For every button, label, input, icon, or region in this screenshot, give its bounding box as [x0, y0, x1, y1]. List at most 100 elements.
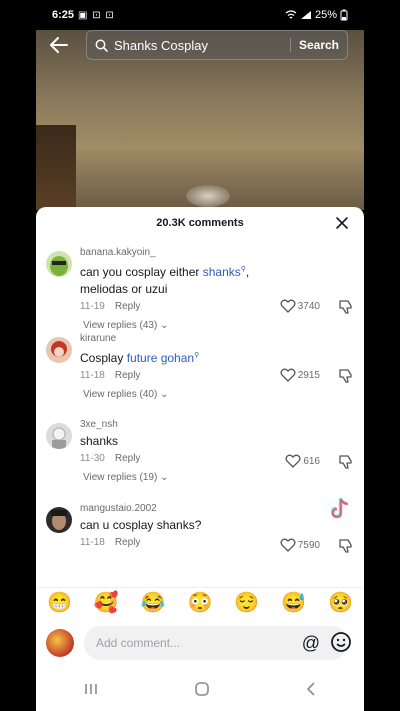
signal-icon: [300, 11, 311, 19]
home-icon[interactable]: [194, 681, 210, 697]
back-arrow-icon: [50, 37, 68, 53]
battery-icon: [340, 9, 348, 21]
heart-icon: [280, 299, 296, 313]
heart-icon: [280, 538, 296, 552]
view-replies-label: View replies (19): [83, 472, 158, 483]
comment-username[interactable]: mangustaio.2002: [80, 503, 300, 514]
tiktok-logo-icon: [330, 497, 349, 519]
search-highlight-link[interactable]: future gohan: [127, 351, 194, 365]
chevron-down-icon: ⌄: [160, 320, 169, 331]
comment-date: 11-18: [80, 537, 105, 548]
comment-text: can u cosplay shanks?: [80, 518, 202, 532]
view-replies-button[interactable]: View replies (40) ⌄: [80, 389, 300, 400]
back-icon[interactable]: [305, 681, 317, 697]
like-button[interactable]: 616: [285, 454, 320, 468]
emoji-quick-bar: 😁 🥰 😂 😳 😌 😅 🥺: [36, 587, 364, 617]
close-icon[interactable]: [334, 215, 350, 231]
comment-body: mangustaio.2002 can u cosplay shanks? 11…: [80, 503, 300, 548]
emoji-pleading-button[interactable]: 🥺: [328, 590, 353, 616]
emoji-sweat-smile-button[interactable]: 😅: [281, 590, 306, 616]
dislike-icon[interactable]: [338, 299, 354, 315]
comment-meta: 11-19 Reply: [80, 301, 300, 312]
search-query: Shanks Cosplay: [114, 37, 208, 53]
search-icon: [95, 39, 108, 52]
comment-count: 20.3K comments: [156, 217, 244, 229]
battery-percent: 25%: [314, 9, 337, 21]
comment-body: 3xe_nsh shanks 11-30 Reply View replies …: [80, 419, 300, 483]
comment-text-part: Cosplay: [80, 351, 127, 365]
notification-icons: ▣ ⊡ ⊡: [78, 9, 115, 21]
search-highlight-link[interactable]: shanks: [203, 265, 241, 279]
recent-apps-icon[interactable]: [83, 682, 99, 696]
emoji-love-button[interactable]: 🥰: [94, 590, 119, 616]
comment-date: 11-30: [80, 453, 105, 464]
comment-text-part: can you cosplay either: [80, 265, 203, 279]
phone-screen: 6:25 ▣ ⊡ ⊡ 25% Shanks Cosplay Search 20.…: [36, 0, 364, 711]
emoji-joy-button[interactable]: 😂: [141, 590, 166, 616]
mention-button[interactable]: @: [302, 633, 320, 654]
comment-username[interactable]: 3xe_nsh: [80, 419, 300, 430]
chevron-down-icon: ⌄: [160, 472, 169, 483]
comment-composer: @: [36, 623, 364, 663]
search-mini-icon: ⚲: [194, 352, 200, 359]
emoji-relieved-button[interactable]: 😌: [234, 590, 259, 616]
search-header: Shanks Cosplay Search: [36, 28, 364, 62]
comment-meta: 11-18 Reply: [80, 370, 300, 381]
avatar[interactable]: [46, 251, 72, 277]
comments-header: 20.3K comments: [36, 207, 364, 239]
view-replies-label: View replies (40): [83, 389, 158, 400]
search-button[interactable]: Search: [289, 38, 339, 52]
comment-text: can you cosplay either shanks⚲, meliodas…: [80, 261, 300, 298]
avatar[interactable]: [46, 507, 72, 533]
like-button[interactable]: 7590: [280, 538, 320, 552]
view-replies-button[interactable]: View replies (43) ⌄: [80, 320, 300, 331]
dislike-icon[interactable]: [338, 368, 354, 384]
wifi-icon: [285, 10, 297, 19]
view-replies-label: View replies (43): [83, 320, 158, 331]
comment-text: Cosplay future gohan⚲: [80, 347, 300, 367]
comment-username[interactable]: banana.kakyoin_: [80, 247, 300, 258]
my-avatar: [46, 629, 74, 657]
heart-icon: [280, 368, 296, 382]
reply-button[interactable]: Reply: [115, 301, 141, 312]
back-button[interactable]: [36, 28, 82, 62]
comment-meta: 11-18 Reply: [80, 537, 300, 548]
comment-date: 11-18: [80, 370, 105, 381]
status-time: 6:25: [52, 9, 75, 21]
dislike-icon[interactable]: [338, 454, 354, 470]
emoji-flushed-button[interactable]: 😳: [188, 590, 213, 616]
video-object-lamp: [186, 185, 230, 207]
emoji-grin-button[interactable]: 😁: [47, 590, 72, 616]
system-nav-bar: [36, 667, 364, 711]
comment-date: 11-19: [80, 301, 105, 312]
emoji-picker-icon[interactable]: [330, 631, 352, 653]
comment-item[interactable]: 3xe_nsh shanks 11-30 Reply View replies …: [36, 419, 364, 503]
comments-sheet: 20.3K comments banana.kakyoin_ can you c…: [36, 207, 364, 711]
comment-item[interactable]: kirarune Cosplay future gohan⚲ 11-18 Rep…: [36, 333, 364, 419]
heart-icon: [285, 454, 301, 468]
search-input[interactable]: Shanks Cosplay Search: [86, 30, 348, 60]
like-count: 3740: [297, 300, 320, 312]
like-button[interactable]: 2915: [280, 368, 320, 382]
dislike-icon[interactable]: [338, 538, 354, 554]
like-count: 7590: [297, 539, 320, 551]
comment-username[interactable]: kirarune: [80, 333, 300, 344]
comment-item[interactable]: banana.kakyoin_ can you cosplay either s…: [36, 247, 364, 333]
reply-button[interactable]: Reply: [115, 370, 141, 381]
comment-text: shanks: [80, 434, 119, 448]
view-replies-button[interactable]: View replies (19) ⌄: [80, 472, 300, 483]
like-count: 616: [303, 455, 320, 467]
status-right-group: 25%: [285, 9, 348, 21]
status-bar: 6:25 ▣ ⊡ ⊡ 25%: [36, 0, 364, 30]
comment-item[interactable]: mangustaio.2002 can u cosplay shanks? 11…: [36, 503, 364, 579]
reply-button[interactable]: Reply: [115, 537, 141, 548]
like-count: 2915: [297, 369, 320, 381]
video-object-shelf: [36, 125, 76, 210]
avatar[interactable]: [46, 337, 72, 363]
avatar[interactable]: [46, 423, 72, 449]
chevron-down-icon: ⌄: [160, 389, 169, 400]
comments-list: banana.kakyoin_ can you cosplay either s…: [36, 247, 364, 579]
like-button[interactable]: 3740: [280, 299, 320, 313]
comment-body: banana.kakyoin_ can you cosplay either s…: [80, 247, 300, 331]
reply-button[interactable]: Reply: [115, 453, 141, 464]
